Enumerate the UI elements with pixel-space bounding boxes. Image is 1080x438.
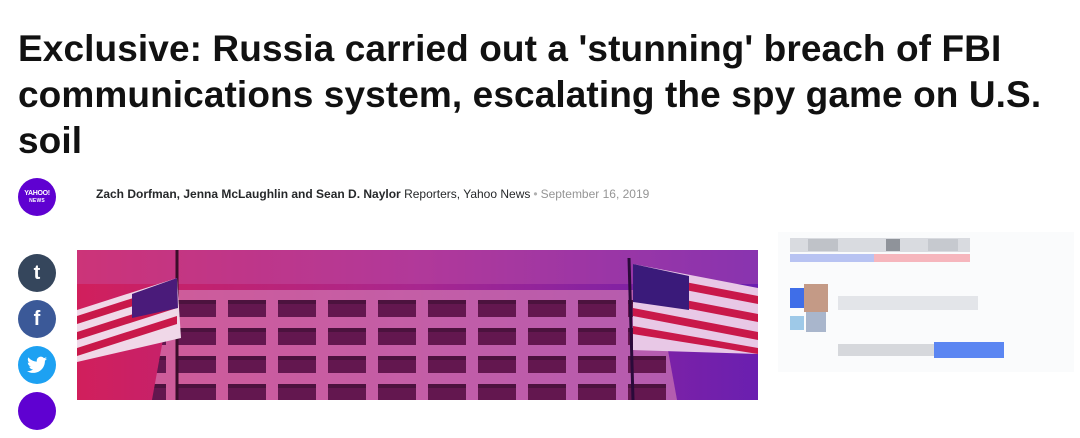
byline-role: Reporters, Yahoo News	[404, 187, 531, 201]
facebook-share-button[interactable]: f	[18, 300, 56, 338]
article-headline: Exclusive: Russia carried out a 'stunnin…	[18, 28, 1042, 161]
hero-image	[77, 250, 758, 400]
byline: YAHOO! NEWS Zach Dorfman, Jenna McLaughl…	[18, 176, 818, 216]
logo-text: YAHOO!	[24, 189, 50, 197]
yahoo-news-logo[interactable]: YAHOO! NEWS	[18, 178, 56, 216]
byline-authors: Zach Dorfman, Jenna McLaughlin and Sean …	[96, 187, 401, 201]
share-bar: t f	[18, 254, 58, 438]
sidebar-ad[interactable]	[778, 232, 1074, 372]
publish-date: September 16, 2019	[540, 187, 650, 201]
logo-subtext: NEWS	[29, 197, 45, 204]
tumblr-icon: t	[33, 261, 41, 284]
facebook-icon: f	[33, 307, 41, 330]
fbi-building-photo	[77, 250, 758, 400]
more-share-button[interactable]	[18, 392, 56, 430]
twitter-share-button[interactable]	[18, 346, 56, 384]
byline-meta: Zach Dorfman, Jenna McLaughlin and Sean …	[96, 187, 649, 201]
byline-separator: •	[533, 187, 538, 201]
tumblr-share-button[interactable]: t	[18, 254, 56, 292]
twitter-icon	[27, 356, 47, 373]
